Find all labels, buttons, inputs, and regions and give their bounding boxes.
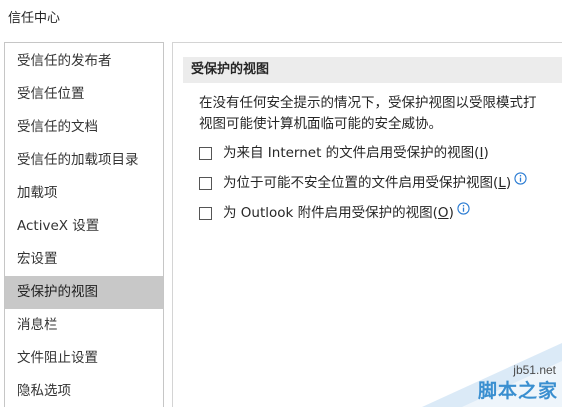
window-title: 信任中心 xyxy=(8,11,61,26)
sidebar-item-trusted-locations[interactable]: 受信任位置 xyxy=(5,78,163,111)
sidebar-item-trusted-addin-catalogs[interactable]: 受信任的加载项目录 xyxy=(5,144,163,177)
info-icon[interactable] xyxy=(514,172,527,185)
option-outlook-attachments[interactable]: 为 Outlook 附件启用受保护的视图(O) xyxy=(199,202,470,223)
sidebar-item-macro-settings[interactable]: 宏设置 xyxy=(5,243,163,276)
checkbox-icon[interactable] xyxy=(199,146,212,160)
watermark-url: jb51.net xyxy=(513,363,556,377)
option-unsafe-locations[interactable]: 为位于可能不安全位置的文件启用受保护视图(L) xyxy=(199,172,527,193)
description-line: 在没有任何安全提示的情况下，受保护视图以受限模式打 xyxy=(199,95,537,111)
sidebar-item-trusted-publishers[interactable]: 受信任的发布者 xyxy=(5,45,163,78)
sidebar-item-protected-view[interactable]: 受保护的视图 xyxy=(5,276,163,309)
description-line: 视图可能使计算机面临可能的安全威协。 xyxy=(199,116,442,132)
sidebar-nav: 受信任的发布者 受信任位置 受信任的文档 受信任的加载项目录 加载项 Activ… xyxy=(4,42,164,407)
option-label[interactable]: 为 Outlook 附件启用受保护的视图(O) xyxy=(223,203,454,223)
sidebar-item-addins[interactable]: 加载项 xyxy=(5,177,163,210)
info-icon[interactable] xyxy=(457,202,470,215)
section-title: 受保护的视图 xyxy=(183,57,562,83)
watermark-name: 脚本之家 xyxy=(477,380,558,402)
option-label[interactable]: 为位于可能不安全位置的文件启用受保护视图(L) xyxy=(223,173,511,193)
sidebar-item-privacy-options[interactable]: 隐私选项 xyxy=(5,375,163,407)
sidebar-item-file-block-settings[interactable]: 文件阻止设置 xyxy=(5,342,163,375)
option-internet-files[interactable]: 为来自 Internet 的文件启用受保护的视图(I) xyxy=(199,143,489,163)
checkbox-icon[interactable] xyxy=(199,206,212,220)
sidebar-item-message-bar[interactable]: 消息栏 xyxy=(5,309,163,342)
sidebar-item-activex-settings[interactable]: ActiveX 设置 xyxy=(5,210,163,243)
watermark: jb51.net 脚本之家 xyxy=(422,337,562,407)
section-description: 在没有任何安全提示的情况下，受保护视图以受限模式打 视图可能使计算机面临可能的安… xyxy=(199,93,562,135)
sidebar-item-trusted-documents[interactable]: 受信任的文档 xyxy=(5,111,163,144)
option-label[interactable]: 为来自 Internet 的文件启用受保护的视图(I) xyxy=(223,143,489,163)
checkbox-icon[interactable] xyxy=(199,176,212,190)
